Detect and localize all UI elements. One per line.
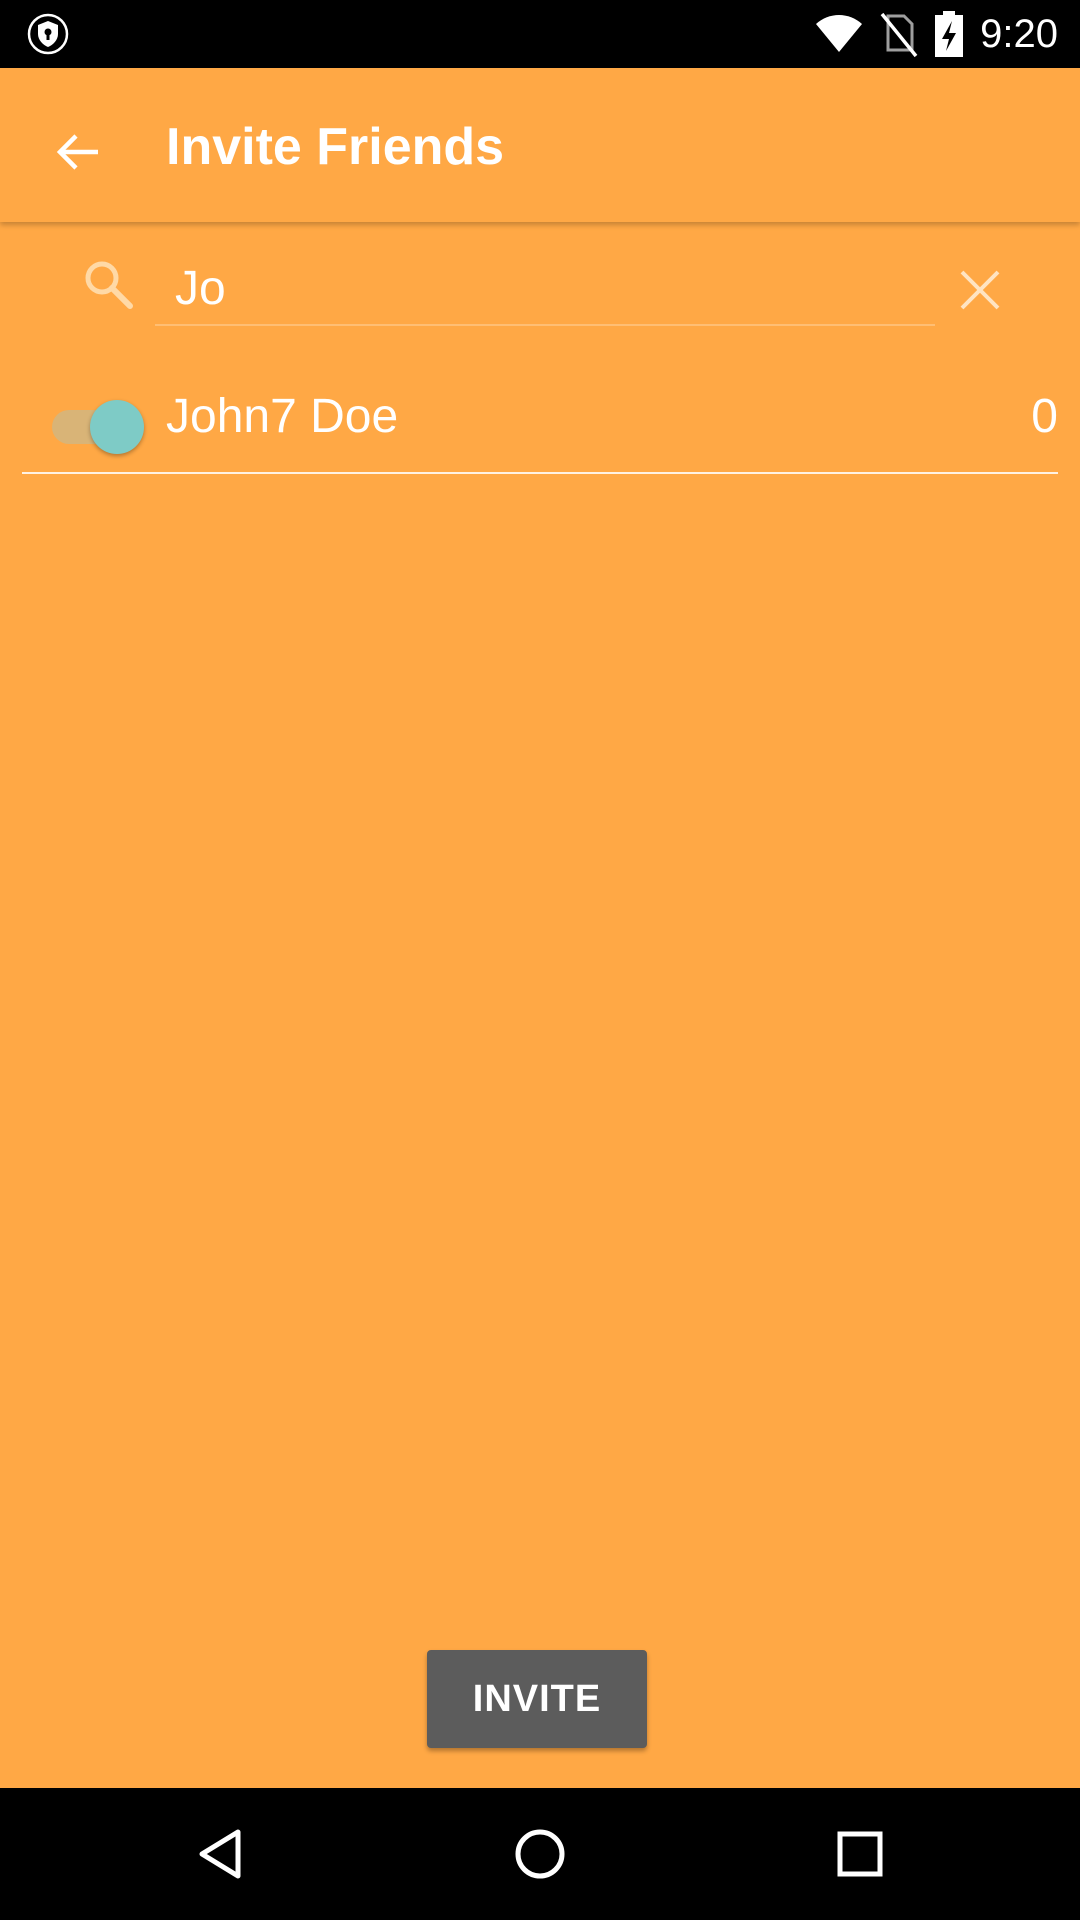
search-input[interactable] <box>155 252 935 326</box>
nav-recents-button[interactable] <box>824 1818 896 1890</box>
nav-back-button[interactable] <box>184 1818 256 1890</box>
arrow-left-icon <box>56 134 98 170</box>
list-item[interactable]: John7 Doe 0 <box>22 362 1058 474</box>
battery-charging-icon <box>935 11 964 57</box>
page-title: Invite Friends <box>166 118 505 176</box>
friend-count: 0 <box>1031 390 1058 443</box>
nav-home-button[interactable] <box>504 1818 576 1890</box>
friend-name: John7 Doe <box>166 390 399 443</box>
back-triangle-icon <box>199 1829 241 1879</box>
search-icon <box>85 261 133 309</box>
wifi-icon <box>816 15 863 52</box>
status-bar: 9:20 <box>0 0 1080 68</box>
friends-list: John7 Doe 0 <box>22 362 1058 474</box>
no-sim-icon <box>880 12 918 58</box>
invite-button[interactable]: INVITE <box>427 1650 647 1748</box>
toggle-thumb <box>90 400 144 454</box>
select-friend-toggle[interactable] <box>48 396 144 454</box>
back-button[interactable] <box>38 112 118 192</box>
app-bar: Invite Friends <box>0 68 1080 222</box>
recents-square-icon <box>837 1831 883 1877</box>
search-bar <box>0 222 1080 342</box>
navigation-bar <box>0 1788 1080 1920</box>
status-time: 9:20 <box>980 11 1058 56</box>
clear-search-button[interactable] <box>952 262 1008 318</box>
home-circle-icon <box>515 1829 565 1879</box>
close-icon <box>960 270 1000 310</box>
shield-icon <box>27 13 69 55</box>
screen: 9:20 Invite Friends Jo John7 Doe 0 INVIT… <box>0 0 1080 1920</box>
